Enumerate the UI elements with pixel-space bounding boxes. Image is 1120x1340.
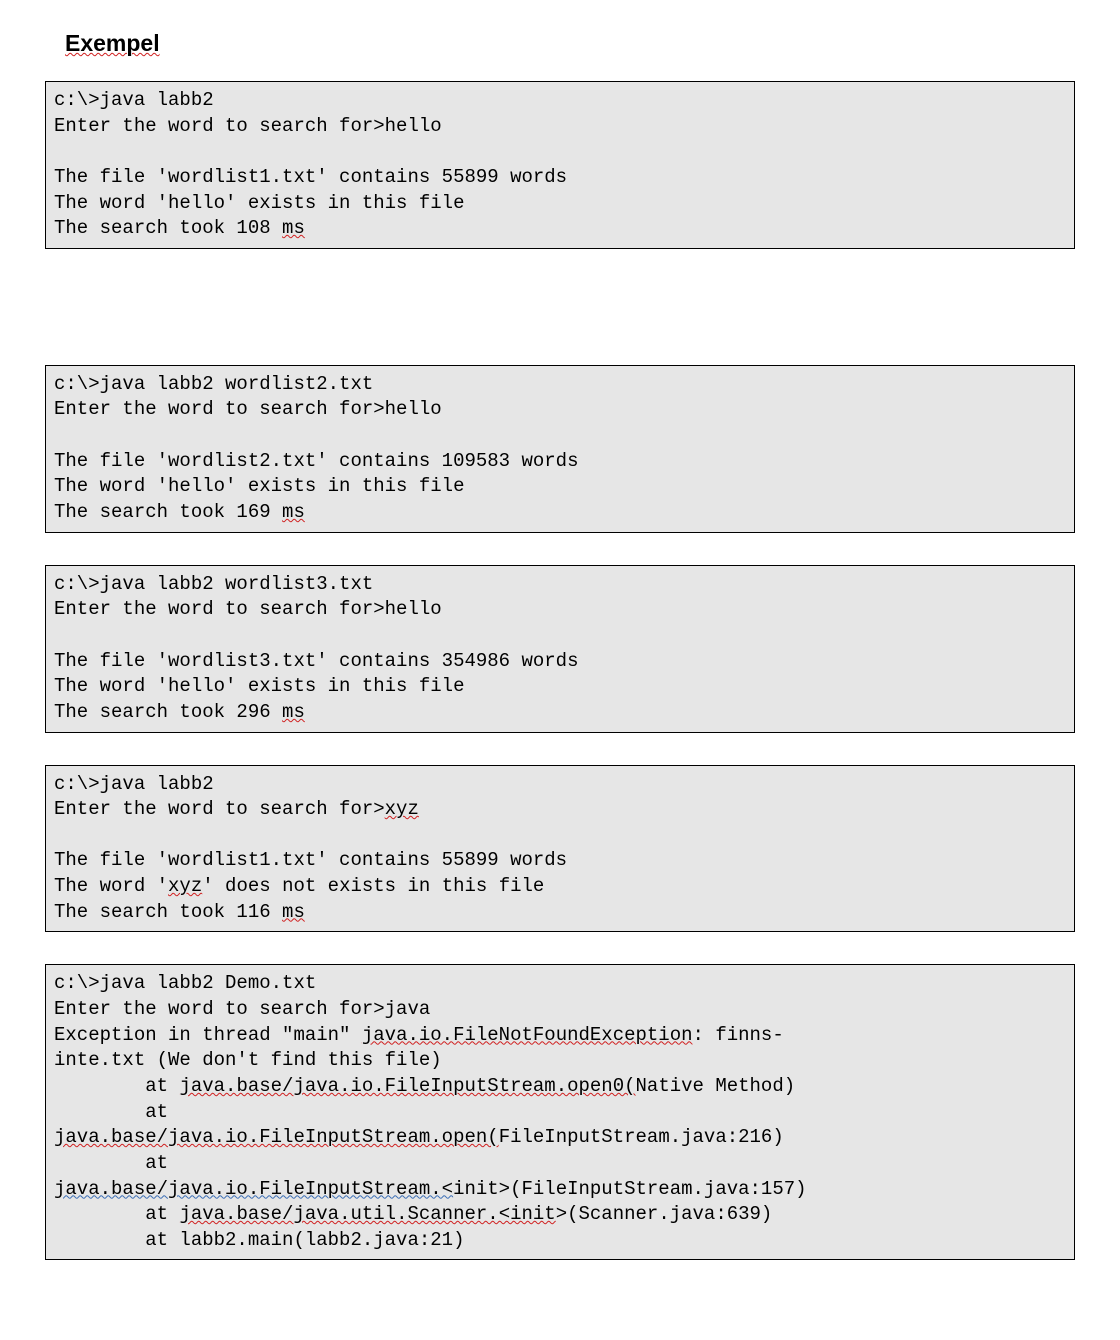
code-line: ms bbox=[282, 901, 305, 923]
code-line: The search took 169 bbox=[54, 501, 282, 523]
code-line: at bbox=[54, 1152, 168, 1174]
code-line: Enter the word to search for>hello bbox=[54, 398, 442, 420]
code-line: FileInputStream.java:216) bbox=[499, 1126, 784, 1148]
code-line: at bbox=[54, 1101, 168, 1123]
code-line: ' does not exists in this file bbox=[202, 875, 544, 897]
code-line: The word 'hello' exists in this file bbox=[54, 675, 464, 697]
code-line: init>(FileInputStream.java:157) bbox=[453, 1178, 806, 1200]
code-line: Enter the word to search for> bbox=[54, 798, 385, 820]
code-line: ms bbox=[282, 217, 305, 239]
code-line: The file 'wordlist1.txt' contains 55899 … bbox=[54, 849, 567, 871]
code-line: The word 'hello' exists in this file bbox=[54, 475, 464, 497]
code-line: The file 'wordlist2.txt' contains 109583… bbox=[54, 450, 579, 472]
code-line: >(Scanner.java:639) bbox=[556, 1203, 773, 1225]
code-line: java.io.FileNotFoundException bbox=[362, 1024, 693, 1046]
code-line: ms bbox=[282, 701, 305, 723]
code-line: java.base/java.io.FileInputStream.open( bbox=[54, 1126, 499, 1148]
code-line: Enter the word to search for>java bbox=[54, 998, 430, 1020]
code-line: The search took 108 bbox=[54, 217, 282, 239]
code-line: : finns- bbox=[693, 1024, 784, 1046]
code-example-5: c:\>java labb2 Demo.txt Enter the word t… bbox=[45, 964, 1075, 1260]
code-line: at bbox=[54, 1075, 179, 1097]
code-line: c:\>java labb2 Demo.txt bbox=[54, 972, 316, 994]
code-line: c:\>java labb2 bbox=[54, 773, 214, 795]
code-line: The search took 296 bbox=[54, 701, 282, 723]
code-example-2: c:\>java labb2 wordlist2.txt Enter the w… bbox=[45, 365, 1075, 533]
code-line: at labb2.main(labb2.java:21) bbox=[54, 1229, 464, 1251]
code-line: The word 'hello' exists in this file bbox=[54, 192, 464, 214]
code-line: Enter the word to search for>hello bbox=[54, 115, 442, 137]
code-line: Enter the word to search for>hello bbox=[54, 598, 442, 620]
code-line: xyz bbox=[168, 875, 202, 897]
code-line: The word ' bbox=[54, 875, 168, 897]
code-example-4: c:\>java labb2 Enter the word to search … bbox=[45, 765, 1075, 933]
code-line: java.base/java.io.FileInputStream.< bbox=[54, 1178, 453, 1200]
code-line: Native Method) bbox=[636, 1075, 796, 1097]
code-line: at bbox=[54, 1203, 179, 1225]
code-line: The search took 116 bbox=[54, 901, 282, 923]
page-title: Exempel bbox=[45, 30, 1075, 59]
code-line: c:\>java labb2 wordlist3.txt bbox=[54, 573, 373, 595]
code-line: The file 'wordlist1.txt' contains 55899 … bbox=[54, 166, 567, 188]
code-line: The file 'wordlist3.txt' contains 354986… bbox=[54, 650, 579, 672]
code-example-1: c:\>java labb2 Enter the word to search … bbox=[45, 81, 1075, 249]
code-line: c:\>java labb2 bbox=[54, 89, 214, 111]
code-line: inte.txt (We don't find this file) bbox=[54, 1049, 442, 1071]
heading-text: Exempel bbox=[65, 30, 160, 57]
code-line: xyz bbox=[385, 798, 419, 820]
code-line: java.base/java.util.Scanner.<init bbox=[179, 1203, 555, 1225]
code-example-3: c:\>java labb2 wordlist3.txt Enter the w… bbox=[45, 565, 1075, 733]
code-line: c:\>java labb2 wordlist2.txt bbox=[54, 373, 373, 395]
code-line: Exception in thread "main" bbox=[54, 1024, 362, 1046]
code-line: java.base/java.io.FileInputStream.open0( bbox=[179, 1075, 635, 1097]
code-line: ms bbox=[282, 501, 305, 523]
